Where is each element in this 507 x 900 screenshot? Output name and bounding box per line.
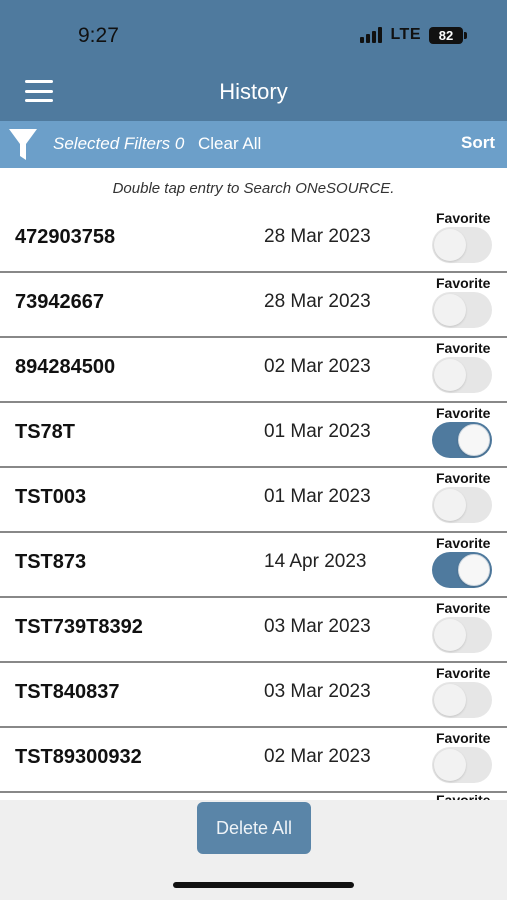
favorite-toggle[interactable] <box>432 617 492 653</box>
favorite-toggle[interactable] <box>432 682 492 718</box>
entry-date: 01 Mar 2023 <box>264 421 371 442</box>
entry-id: 894284500 <box>15 356 116 378</box>
entry-date: 02 Mar 2023 <box>264 746 371 767</box>
favorite-label: Favorite <box>436 665 491 681</box>
entry-id: TST739T8392 <box>15 616 143 638</box>
history-row[interactable]: TST003 01 Mar 2023 Favorite <box>0 468 507 533</box>
network-type: LTE <box>390 26 421 43</box>
favorite-toggle[interactable] <box>432 552 492 588</box>
toggle-knob <box>434 294 466 326</box>
entry-id: TS78T <box>15 421 76 443</box>
favorite-label: Favorite <box>436 405 491 421</box>
history-row[interactable]: TS78T 01 Mar 2023 Favorite <box>0 403 507 468</box>
toggle-knob <box>458 554 490 586</box>
status-indicators: LTE 82 <box>360 26 467 44</box>
history-row[interactable]: TST873 14 Apr 2023 Favorite <box>0 533 507 598</box>
toggle-knob <box>434 749 466 781</box>
toggle-knob <box>434 359 466 391</box>
filter-funnel-icon[interactable] <box>8 127 38 163</box>
history-row[interactable]: TST840837 03 Mar 2023 Favorite <box>0 663 507 728</box>
toggle-knob <box>434 684 466 716</box>
favorite-label: Favorite <box>436 470 491 486</box>
sort-button[interactable]: Sort <box>461 133 495 153</box>
favorite-toggle[interactable] <box>432 357 492 393</box>
home-indicator <box>173 882 354 888</box>
history-row[interactable]: 73942667 28 Mar 2023 Favorite <box>0 273 507 338</box>
favorite-label: Favorite <box>436 535 491 551</box>
entry-id: TST840837 <box>15 681 120 703</box>
entry-date: 14 Apr 2023 <box>264 551 367 572</box>
clear-all-button[interactable]: Clear All <box>198 134 261 154</box>
favorite-label: Favorite <box>436 275 491 291</box>
signal-icon <box>360 27 383 43</box>
favorite-toggle[interactable] <box>432 227 492 263</box>
status-time: 9:27 <box>78 24 119 47</box>
filter-bar: Selected Filters 0 Clear All Sort <box>0 121 507 168</box>
entry-id: TST873 <box>15 551 87 573</box>
page-title: History <box>219 79 288 104</box>
toggle-knob <box>434 229 466 261</box>
entry-id: TST89300932 <box>15 746 142 768</box>
bottom-bar: Delete All <box>0 800 507 900</box>
toggle-knob <box>434 489 466 521</box>
entry-date: 03 Mar 2023 <box>264 616 371 637</box>
favorite-label: Favorite <box>436 210 491 226</box>
favorite-label: Favorite <box>436 600 491 616</box>
entry-id: 73942667 <box>15 291 104 313</box>
entry-date: 01 Mar 2023 <box>264 486 371 507</box>
history-row[interactable]: 894284500 02 Mar 2023 Favorite <box>0 338 507 403</box>
favorite-label: Favorite <box>436 340 491 356</box>
toggle-knob <box>458 424 490 456</box>
history-row[interactable]: TST89300932 02 Mar 2023 Favorite <box>0 728 507 793</box>
entry-date: 03 Mar 2023 <box>264 681 371 702</box>
favorite-toggle[interactable] <box>432 422 492 458</box>
search-hint: Double tap entry to Search ONeSOURCE. <box>0 170 507 210</box>
entry-date: 28 Mar 2023 <box>264 226 371 247</box>
history-list[interactable]: 472903758 28 Mar 2023 Favorite 73942667 28 M… <box>0 208 507 800</box>
favorite-toggle[interactable] <box>432 292 492 328</box>
toggle-knob <box>434 619 466 651</box>
entry-id: 472903758 <box>15 226 116 248</box>
battery-icon: 82 <box>429 26 467 44</box>
history-row[interactable]: TST739T8392 03 Mar 2023 Favorite <box>0 598 507 663</box>
history-row[interactable]: 472903758 28 Mar 2023 Favorite <box>0 208 507 273</box>
entry-date: 02 Mar 2023 <box>264 356 371 377</box>
favorite-toggle[interactable] <box>432 747 492 783</box>
entry-date: 28 Mar 2023 <box>264 291 371 312</box>
entry-id: TST003 <box>15 486 87 508</box>
top-header: 9:27 LTE 82 History <box>0 0 507 121</box>
delete-all-button[interactable]: Delete All <box>197 802 311 854</box>
favorite-toggle[interactable] <box>432 487 492 523</box>
selected-filters-label[interactable]: Selected Filters 0 <box>53 134 184 154</box>
favorite-label: Favorite <box>436 730 491 746</box>
